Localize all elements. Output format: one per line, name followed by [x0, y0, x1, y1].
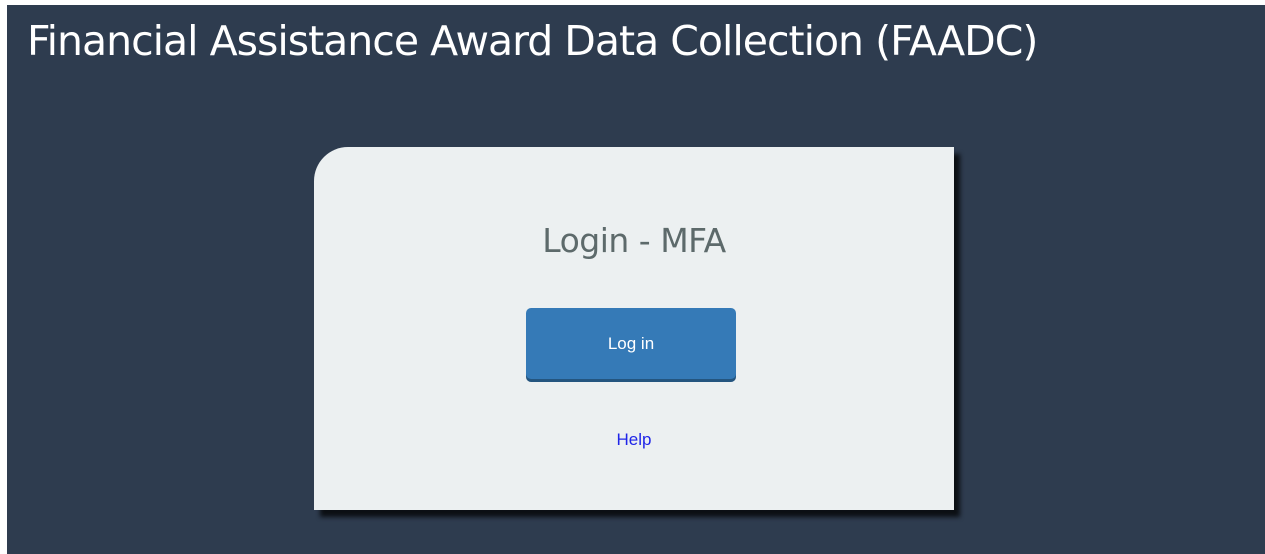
- login-button[interactable]: Log in: [526, 308, 736, 379]
- login-heading: Login - MFA: [542, 221, 726, 260]
- login-card: Login - MFA Log in Help: [314, 147, 954, 510]
- page-background: Financial Assistance Award Data Collecti…: [7, 5, 1265, 554]
- help-link[interactable]: Help: [314, 430, 954, 450]
- app-title: Financial Assistance Award Data Collecti…: [27, 17, 1038, 65]
